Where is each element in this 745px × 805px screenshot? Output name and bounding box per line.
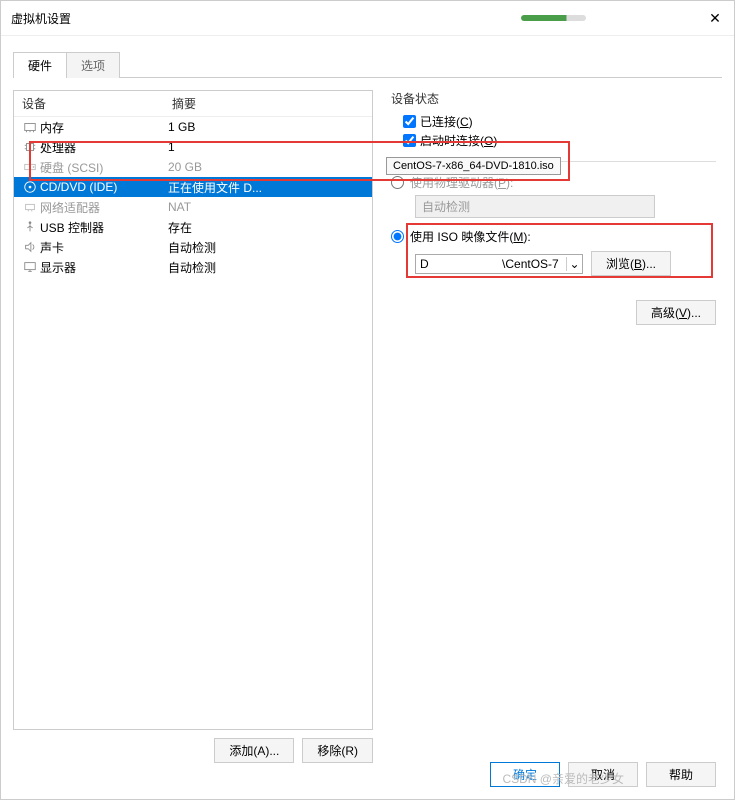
device-name: 显示器 (40, 259, 168, 276)
add-button[interactable]: 添加(A)... (214, 738, 294, 763)
device-name: 处理器 (40, 139, 168, 156)
checkbox-label: 已连接(C) (420, 113, 473, 130)
help-button[interactable]: 帮助 (646, 762, 716, 787)
sound-icon (20, 240, 40, 254)
radio-label: 使用 ISO 映像文件(M): (410, 228, 531, 245)
status-title: 设备状态 (391, 90, 716, 107)
header-device: 设备 (22, 95, 172, 112)
panel-body: 设备 摘要 内存 1 GB 处理器 (13, 78, 722, 763)
tab-options[interactable]: 选项 (66, 52, 120, 78)
table-header: 设备 摘要 (14, 91, 372, 117)
checkbox-power-input[interactable] (403, 134, 416, 147)
device-name: 网络适配器 (40, 199, 168, 216)
network-icon (20, 200, 40, 214)
device-row-cddvd[interactable]: CD/DVD (IDE) 正在使用文件 D... (14, 177, 372, 197)
device-name: 声卡 (40, 239, 168, 256)
disc-icon (20, 180, 40, 194)
remove-button[interactable]: 移除(R) (302, 738, 373, 763)
physical-drive-combo: 自动检测 (415, 195, 655, 218)
dropdown-icon[interactable]: ⌄ (566, 257, 582, 271)
device-name: 硬盘 (SCSI) (40, 159, 168, 176)
close-icon[interactable]: ✕ (706, 9, 724, 27)
device-table: 设备 摘要 内存 1 GB 处理器 (13, 90, 373, 730)
progress-indicator (521, 15, 586, 21)
left-buttons: 添加(A)... 移除(R) (13, 738, 373, 763)
display-icon (20, 260, 40, 274)
device-name: 内存 (40, 119, 168, 136)
radio-physical[interactable]: 使用物理驱动器(P): (391, 174, 716, 191)
checkbox-connected[interactable]: 已连接(C) (403, 113, 716, 130)
advanced-row: 高级(V)... (391, 300, 716, 325)
device-row-sound[interactable]: 声卡 自动检测 (14, 237, 372, 257)
checkbox-connect-on-power[interactable]: 启动时连接(O) (403, 132, 716, 149)
device-summary: 存在 (168, 219, 366, 236)
left-panel: 设备 摘要 内存 1 GB 处理器 (13, 90, 373, 763)
checkbox-label: 启动时连接(O) (420, 132, 497, 149)
memory-icon (20, 120, 40, 134)
tab-hardware[interactable]: 硬件 (13, 52, 67, 78)
vm-settings-window: 虚拟机设置 ✕ 硬件 选项 设备 摘要 (0, 0, 735, 800)
tooltip: CentOS-7-x86_64-DVD-1810.iso (386, 157, 561, 175)
device-summary: 自动检测 (168, 259, 366, 276)
device-row-usb[interactable]: USB 控制器 存在 (14, 217, 372, 237)
disk-icon (20, 160, 40, 174)
watermark: CSDN @亲爱的老少女 (502, 770, 624, 787)
device-row-cpu[interactable]: 处理器 1 (14, 137, 372, 157)
device-summary: NAT (168, 200, 366, 214)
window-title: 虚拟机设置 (11, 10, 71, 27)
device-summary: 20 GB (168, 160, 366, 174)
checkbox-connected-input[interactable] (403, 115, 416, 128)
device-summary: 1 (168, 140, 366, 154)
radio-iso-input[interactable] (391, 230, 404, 243)
iso-path-combo[interactable]: ⌄ (415, 254, 583, 274)
content-area: 硬件 选项 设备 摘要 内存 1 GB (1, 36, 734, 773)
device-row-disk[interactable]: 硬盘 (SCSI) 20 GB (14, 157, 372, 177)
device-name: CD/DVD (IDE) (40, 180, 168, 194)
advanced-button[interactable]: 高级(V)... (636, 300, 716, 325)
titlebar: 虚拟机设置 ✕ (1, 1, 734, 36)
radio-physical-input[interactable] (391, 176, 404, 189)
cpu-icon (20, 140, 40, 154)
device-summary: 正在使用文件 D... (168, 179, 366, 196)
device-row-net[interactable]: 网络适配器 NAT (14, 197, 372, 217)
iso-row: ⌄ 浏览(B)... (415, 251, 716, 276)
header-summary: 摘要 (172, 95, 364, 112)
device-row-display[interactable]: 显示器 自动检测 (14, 257, 372, 277)
usb-icon (20, 220, 40, 234)
browse-button[interactable]: 浏览(B)... (591, 251, 671, 276)
device-summary: 1 GB (168, 120, 366, 134)
device-name: USB 控制器 (40, 219, 168, 236)
right-panel: 设备状态 已连接(C) 启动时连接(O) 连接 使用物理驱动器(P): 自动检测 (385, 90, 722, 763)
radio-iso[interactable]: 使用 ISO 映像文件(M): (391, 228, 716, 245)
tab-row: 硬件 选项 (13, 51, 722, 78)
device-row-memory[interactable]: 内存 1 GB (14, 117, 372, 137)
device-summary: 自动检测 (168, 239, 366, 256)
iso-path-input[interactable] (416, 255, 566, 273)
radio-label: 使用物理驱动器(P): (410, 174, 513, 191)
